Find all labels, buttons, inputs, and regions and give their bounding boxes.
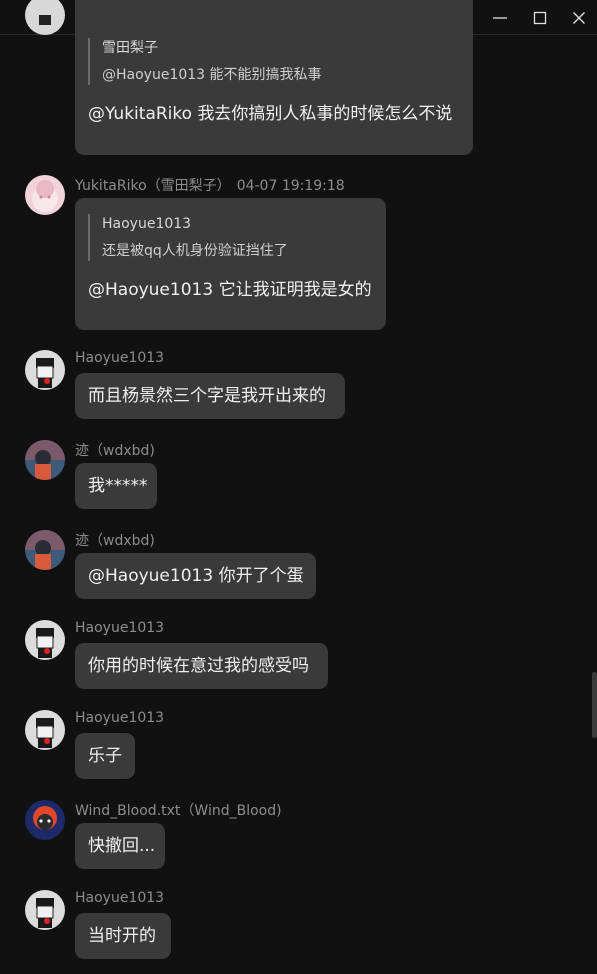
- sender-name: YukitaRiko（雪田梨子）: [75, 178, 231, 194]
- message-text: 而且杨景然三个字是我开出来的: [88, 386, 326, 406]
- message-bubble[interactable]: 你用的时候在意过我的感受吗: [75, 643, 328, 689]
- message-text: 我*****: [88, 476, 148, 496]
- sender-name: Haoyue1013: [75, 710, 165, 726]
- quoted-text: 还是被qq人机身份验证挡住了: [102, 243, 288, 259]
- sender-name: Haoyue1013: [75, 620, 165, 636]
- message-timestamp: 04-07 19:19:18: [236, 178, 345, 194]
- avatar[interactable]: [25, 620, 65, 660]
- message-text: @Haoyue1013 它让我证明我是女的: [88, 280, 372, 300]
- maximize-button[interactable]: [520, 0, 560, 35]
- close-icon: [573, 12, 585, 24]
- message-text: 快撤回...: [88, 836, 156, 856]
- message-bubble[interactable]: 雪田梨子 @Haoyue1013 能不能别搞我私事 @YukitaRiko 我去…: [75, 0, 473, 155]
- message-text: 你用的时候在意过我的感受吗: [88, 656, 309, 676]
- message-bubble[interactable]: 当时开的: [75, 913, 171, 959]
- scrollbar[interactable]: [591, 36, 597, 974]
- avatar[interactable]: [25, 890, 65, 930]
- minimize-icon: [493, 17, 507, 19]
- message-bubble[interactable]: 我*****: [75, 463, 157, 509]
- quoted-text: @Haoyue1013 能不能别搞我私事: [102, 67, 322, 83]
- sender-name: 迹（wdxbd): [75, 443, 155, 459]
- sender-name: Wind_Blood.txt（Wind_Blood): [75, 803, 282, 819]
- message-bubble[interactable]: @Haoyue1013 你开了个蛋: [75, 553, 316, 599]
- sender-name: Haoyue1013: [75, 890, 165, 906]
- avatar[interactable]: [25, 530, 65, 570]
- avatar[interactable]: [25, 800, 65, 840]
- minimize-button[interactable]: [480, 0, 520, 35]
- close-button[interactable]: [559, 0, 597, 35]
- message-bubble[interactable]: 乐子: [75, 733, 135, 779]
- sender-name: 迹（wdxbd): [75, 533, 155, 549]
- message-text: 当时开的: [88, 926, 156, 946]
- avatar[interactable]: [25, 175, 65, 215]
- sender-line: YukitaRiko（雪田梨子） 04-07 19:19:18: [75, 175, 345, 195]
- sender-name: Haoyue1013: [75, 350, 165, 366]
- message-text: @YukitaRiko 我去你搞别人私事的时候怎么不说: [88, 104, 453, 124]
- quoted-reply[interactable]: 雪田梨子 @Haoyue1013 能不能别搞我私事: [88, 38, 460, 85]
- avatar[interactable]: [25, 440, 65, 480]
- quoted-reply[interactable]: Haoyue1013 还是被qq人机身份验证挡住了: [88, 214, 373, 261]
- message-bubble[interactable]: 而且杨景然三个字是我开出来的: [75, 373, 345, 419]
- message-text: 乐子: [88, 746, 122, 766]
- message-text: @Haoyue1013 你开了个蛋: [88, 566, 304, 586]
- scrollbar-thumb[interactable]: [592, 672, 597, 738]
- quoted-sender: Haoyue1013: [102, 216, 192, 232]
- message-bubble[interactable]: 快撤回...: [75, 823, 165, 869]
- avatar[interactable]: [25, 710, 65, 750]
- message-bubble[interactable]: Haoyue1013 还是被qq人机身份验证挡住了 @Haoyue1013 它让…: [75, 198, 386, 330]
- avatar[interactable]: [25, 350, 65, 390]
- maximize-icon: [533, 11, 547, 25]
- quoted-sender: 雪田梨子: [102, 40, 158, 56]
